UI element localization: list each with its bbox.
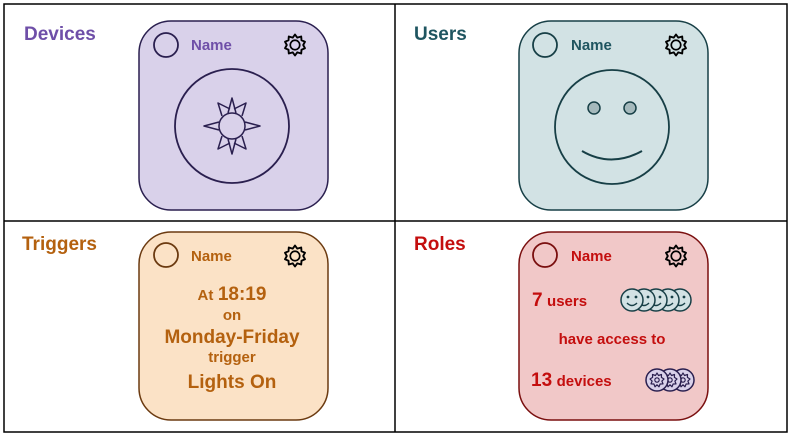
role-users-count: 7 users	[532, 290, 587, 311]
users-title: Users	[414, 24, 467, 45]
trigger-card[interactable]: Name At 18:19 on Monday-Friday trigger L…	[138, 231, 329, 421]
trigger-label: trigger	[208, 349, 256, 366]
device-card-name: Name	[191, 37, 232, 54]
user-card-name: Name	[571, 37, 612, 54]
device-stack-icon	[645, 368, 695, 392]
role-card-name: Name	[571, 248, 612, 265]
role-devices-count: 13 devices	[531, 370, 612, 391]
trigger-days: Monday-Friday	[164, 327, 300, 348]
devices-title: Devices	[24, 24, 96, 45]
trigger-on-label: on	[223, 307, 241, 324]
trigger-card-name: Name	[191, 248, 232, 265]
roles-title: Roles	[414, 234, 466, 255]
roles-panel: Roles Name 7 users have access to 13 dev…	[414, 231, 709, 421]
role-access-text: have access to	[559, 331, 666, 348]
triggers-title: Triggers	[22, 234, 97, 255]
trigger-time-line: At 18:19	[198, 284, 267, 305]
user-card[interactable]: Name	[518, 20, 709, 211]
device-card[interactable]: Name	[138, 20, 329, 211]
devices-panel: Devices Name	[24, 20, 329, 211]
user-stack-icon	[620, 288, 692, 312]
feature-grid-diagram: Devices Name Users Name Triggers Name At…	[3, 3, 788, 433]
triggers-panel: Triggers Name At 18:19 on Monday-Friday …	[22, 231, 329, 421]
trigger-action: Lights On	[188, 372, 277, 393]
users-panel: Users Name	[414, 20, 709, 211]
role-card[interactable]: Name 7 users have access to 13 devices	[518, 231, 709, 421]
